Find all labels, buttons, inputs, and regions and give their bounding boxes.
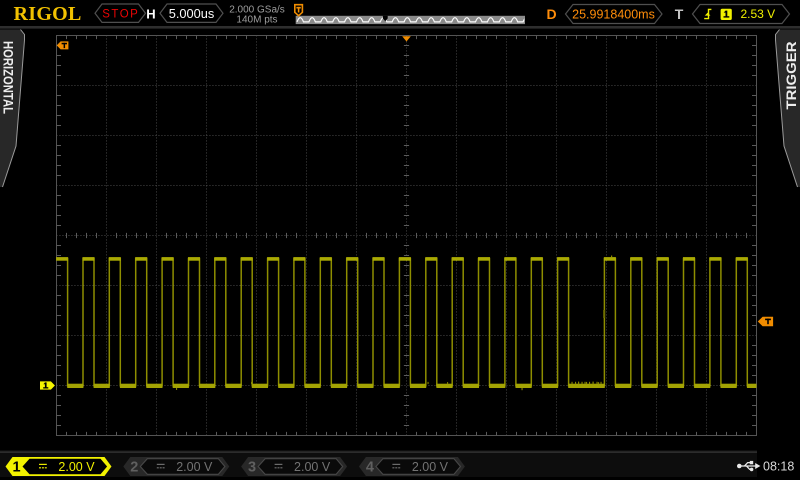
svg-text:D: D <box>547 6 557 22</box>
svg-text:2.00 V: 2.00 V <box>58 460 95 474</box>
svg-text:25.9918400ms: 25.9918400ms <box>572 7 655 21</box>
svg-text:4: 4 <box>366 460 374 476</box>
svg-text:2.53 V: 2.53 V <box>740 7 775 21</box>
svg-text:H: H <box>146 6 155 21</box>
svg-text:2.00 V: 2.00 V <box>176 460 213 474</box>
svg-text:5.000us: 5.000us <box>169 6 215 21</box>
svg-text:2.00 V: 2.00 V <box>412 460 449 474</box>
svg-text:2: 2 <box>130 460 138 476</box>
svg-text:3: 3 <box>248 460 256 476</box>
svg-text:RIGOL: RIGOL <box>14 3 82 25</box>
svg-text:STOP: STOP <box>102 9 139 21</box>
svg-text:HORIZONTAL: HORIZONTAL <box>1 41 16 114</box>
svg-text:TRIGGER: TRIGGER <box>784 41 799 109</box>
svg-text:08:18: 08:18 <box>763 460 794 474</box>
svg-text:1: 1 <box>12 460 20 476</box>
svg-text:140M pts: 140M pts <box>236 15 277 26</box>
svg-text:2.00 V: 2.00 V <box>294 460 331 474</box>
svg-text:T: T <box>675 6 684 22</box>
